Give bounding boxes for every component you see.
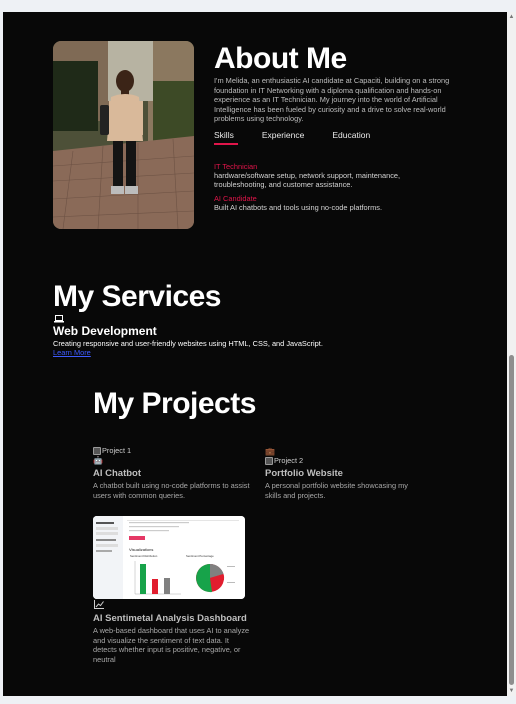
about-tabs: Skills Experience Education <box>214 130 398 145</box>
skill-description: hardware/software setup, network support… <box>214 171 401 189</box>
skill-title: IT Technician <box>214 162 258 171</box>
project-description: A chatbot built using no-code platforms … <box>93 481 250 500</box>
tab-experience[interactable]: Experience <box>262 130 305 140</box>
project-image-alt: Project 2 <box>274 456 304 465</box>
project-image-alt: Project 1 <box>102 446 132 455</box>
about-title: About Me <box>214 42 347 75</box>
scroll-down-arrow-icon[interactable]: ▼ <box>508 687 515 695</box>
laptop-icon <box>54 315 64 323</box>
vertical-scrollbar[interactable]: ▲ ▼ <box>507 12 516 696</box>
robot-icon: 🤖 <box>93 456 103 465</box>
portfolio-page: About Me I'm Melida, an enthusiastic AI … <box>3 12 507 696</box>
dashboard-screenshot: Visualizations Sentiment Distribution Se… <box>93 516 245 599</box>
about-description: I'm Melida, an enthusiastic AI candidate… <box>214 76 450 123</box>
dashboard-left-chart-title: Sentiment Distribution <box>130 554 158 558</box>
project-image: Project 2 <box>265 456 425 465</box>
chart-icon <box>94 600 104 609</box>
services-title: My Services <box>53 280 221 313</box>
tab-skills[interactable]: Skills <box>214 130 238 145</box>
skill-item: AI Candidate Built AI chatbots and tools… <box>214 194 444 212</box>
scrollbar-thumb[interactable] <box>509 355 514 685</box>
dashboard-heading: Visualizations <box>129 547 153 552</box>
skill-description: Built AI chatbots and tools using no-cod… <box>214 203 383 212</box>
learn-more-link[interactable]: Learn More <box>53 348 91 357</box>
project-description: A web-based dashboard that uses AI to an… <box>93 626 250 664</box>
skill-item: IT Technician hardware/software setup, n… <box>214 162 444 189</box>
project-card-sentiment-dashboard: AI Sentimetal Analysis Dashboard A web-b… <box>93 610 253 664</box>
project-image: Project 1 <box>93 446 253 455</box>
project-title: AI Sentimetal Analysis Dashboard <box>93 613 247 624</box>
project-description: A personal portfolio website showcasing … <box>265 481 408 500</box>
scroll-up-arrow-icon[interactable]: ▲ <box>508 13 515 21</box>
broken-image-icon <box>93 446 101 455</box>
project-title: AI Chatbot <box>93 468 142 479</box>
profile-photo <box>53 41 194 229</box>
skill-title: AI Candidate <box>214 194 257 203</box>
dashboard-right-chart-title: Sentiment Percentage <box>186 554 214 558</box>
broken-image-icon <box>265 456 273 465</box>
briefcase-icon: 💼 <box>265 447 275 456</box>
project-card-chatbot: Project 1 🤖 AI Chatbot A chatbot built u… <box>93 446 253 500</box>
projects-title: My Projects <box>93 387 256 420</box>
service-description: Creating responsive and user-friendly we… <box>53 339 323 348</box>
browser-top-strip <box>0 0 516 12</box>
tab-education[interactable]: Education <box>332 130 370 140</box>
project-title: Portfolio Website <box>265 468 343 479</box>
project-card-portfolio: 💼 Project 2 Portfolio Website A personal… <box>265 446 425 500</box>
service-title: Web Development <box>53 324 157 338</box>
